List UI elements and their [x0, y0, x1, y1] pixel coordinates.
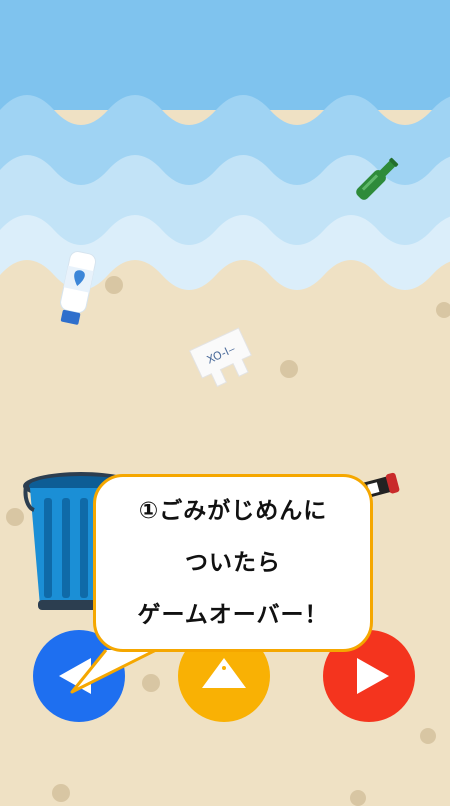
plastic-bag-icon: XO-I‒	[188, 327, 252, 388]
water-bottle-icon	[60, 251, 97, 325]
tutorial-line: ついたら	[185, 550, 281, 576]
sand-pebble	[350, 790, 366, 806]
sand-pebble	[280, 360, 298, 378]
tutorial-line: ①ごみがじめんに	[138, 498, 328, 524]
tutorial-speech-bubble: ①ごみがじめんに ついたら ゲームオーバー！	[93, 474, 373, 652]
tutorial-line: ゲームオーバー！	[137, 602, 329, 628]
sand-pebble	[52, 784, 70, 802]
sand-pebble	[436, 302, 450, 318]
green-bottle-icon	[356, 157, 399, 200]
sand-pebble	[105, 276, 123, 294]
game-scene: XO-I‒ ①ごみがじめんに ついたら ゲームオーバー！	[0, 0, 450, 806]
sand-pebble	[420, 728, 436, 744]
